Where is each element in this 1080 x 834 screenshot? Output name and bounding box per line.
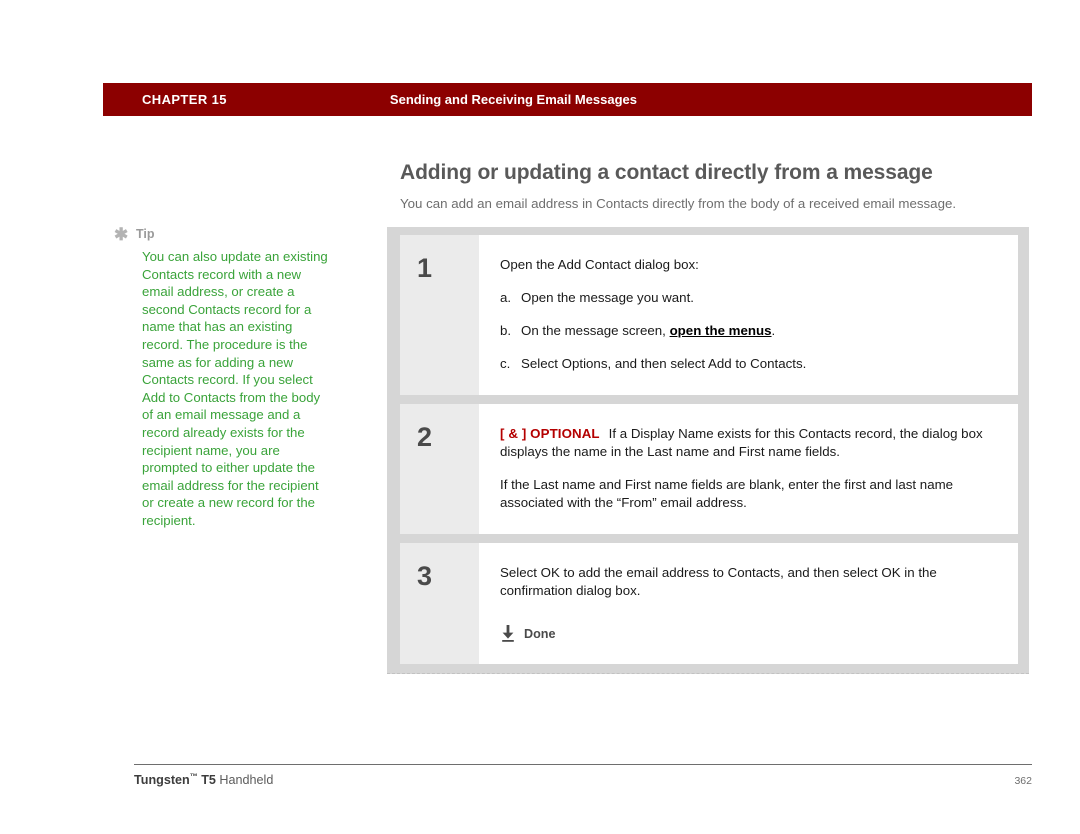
page-subtitle: You can add an email address in Contacts… bbox=[400, 196, 957, 211]
page-footer: Tungsten™ T5 Handheld 362 bbox=[134, 772, 1032, 787]
substep-text: On the message screen, open the menus. bbox=[521, 322, 994, 340]
step-number: 3 bbox=[400, 543, 479, 664]
substep-text-after: . bbox=[771, 323, 776, 338]
trademark-icon: ™ bbox=[189, 772, 198, 781]
chapter-label: CHAPTER 15 bbox=[142, 92, 227, 107]
page-number: 362 bbox=[1014, 775, 1032, 788]
step-item: 1 Open the Add Contact dialog box: a. Op… bbox=[400, 235, 1018, 395]
step-item: 2 [ & ] OPTIONAL If a Display Name exists… bbox=[400, 404, 1018, 534]
step-intro-text: Open the Add Contact dialog box: bbox=[500, 257, 699, 272]
step2-second-paragraph: If the Last name and First name fields a… bbox=[500, 477, 954, 510]
footer-brand: Tungsten bbox=[134, 773, 190, 788]
step-number: 2 bbox=[400, 404, 479, 534]
footer-product-name: Tungsten™ T5 Handheld bbox=[134, 772, 273, 787]
page-title: Adding or updating a contact directly fr… bbox=[400, 161, 933, 184]
section-title: Sending and Receiving Email Messages bbox=[389, 92, 638, 107]
substep-c: c. Select Options, and then select Add t… bbox=[500, 355, 994, 373]
document-page: CHAPTER 15 Sending and Receiving Email M… bbox=[0, 0, 1080, 834]
optional-badge: [ & ] OPTIONAL bbox=[500, 426, 600, 441]
step-body: Open the Add Contact dialog box: a. Open… bbox=[479, 235, 1018, 395]
substep-text: Select Options, and then select Add to C… bbox=[521, 355, 994, 373]
open-the-menus-link[interactable]: open the menus bbox=[670, 323, 772, 338]
down-arrow-to-bar-icon bbox=[502, 625, 514, 642]
step-item: 3 Select OK to add the email address to … bbox=[400, 543, 1018, 664]
substep-marker: a. bbox=[500, 290, 512, 305]
footer-product-type: Handheld bbox=[215, 773, 274, 788]
substep-marker: c. bbox=[500, 356, 511, 371]
done-marker: Done bbox=[500, 625, 994, 642]
substep-text-before: Select Options, and then select Add to C… bbox=[521, 356, 807, 371]
substep-marker: b. bbox=[500, 323, 512, 338]
footer-model: T5 bbox=[197, 773, 216, 788]
tip-sidebar: ✱ Tip You can also update an existing Co… bbox=[114, 225, 329, 530]
substep-a: a. Open the message you want. bbox=[500, 289, 994, 307]
tip-body-text: You can also update an existing Contacts… bbox=[142, 249, 328, 528]
asterisk-icon: ✱ bbox=[114, 225, 129, 244]
chapter-header-bar: CHAPTER 15 Sending and Receiving Email M… bbox=[103, 83, 1032, 116]
substep-text-before: On the message screen, bbox=[521, 323, 670, 338]
tip-label: Tip bbox=[136, 227, 155, 241]
optional-paragraph: [ & ] OPTIONAL If a Display Name exists f… bbox=[500, 425, 994, 461]
optional-tag-label: OPTIONAL bbox=[530, 426, 600, 441]
tip-header: ✱ Tip bbox=[114, 225, 329, 244]
substep-text: Open the message you want. bbox=[521, 289, 994, 307]
done-label: Done bbox=[524, 626, 556, 641]
step-number: 1 bbox=[400, 235, 479, 395]
footer-divider bbox=[134, 764, 1032, 765]
step-body: Select OK to add the email address to Co… bbox=[479, 543, 1018, 664]
step-intro-text: Select OK to add the email address to Co… bbox=[500, 565, 937, 598]
steps-container: 1 Open the Add Contact dialog box: a. Op… bbox=[387, 227, 1029, 674]
title-block: Adding or updating a contact directly fr… bbox=[400, 160, 1032, 213]
step-body: [ & ] OPTIONAL If a Display Name exists f… bbox=[479, 404, 1018, 534]
substep-b: b. On the message screen, open the menus… bbox=[500, 322, 994, 340]
optional-brackets: [ & ] bbox=[500, 426, 527, 441]
substep-text-before: Open the message you want. bbox=[521, 290, 694, 305]
